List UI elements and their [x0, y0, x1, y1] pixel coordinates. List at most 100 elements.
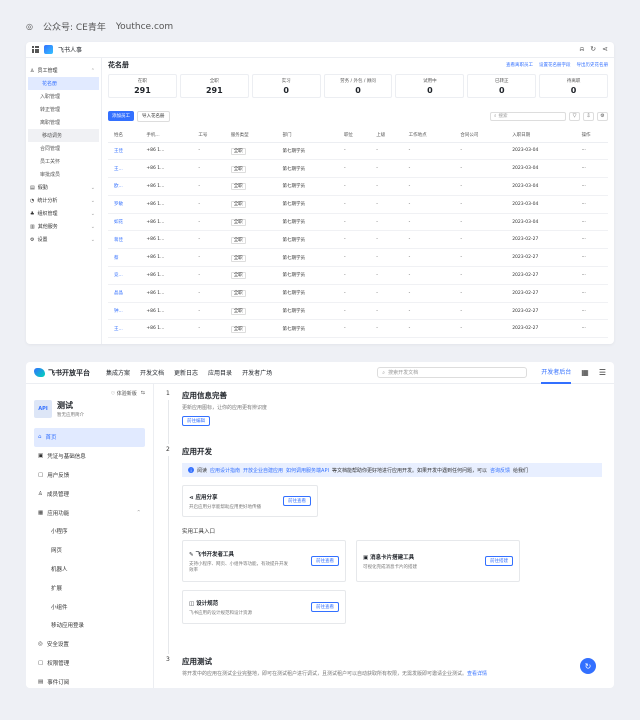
menu-item[interactable]: 小程序: [34, 522, 145, 541]
more-icon[interactable]: ···: [575, 230, 608, 250]
nav-solutions[interactable]: 集成方案: [106, 368, 130, 377]
card-builder-button[interactable]: 前往搭建: [485, 556, 513, 566]
column-header[interactable]: 职位: [337, 128, 371, 143]
more-icon[interactable]: ···: [575, 319, 608, 339]
employee-name[interactable]: 晶晶: [108, 284, 141, 303]
table-row[interactable]: 王... +86 1... - 全职 第七期学员 - - - -2023-03-04 ···: [108, 159, 608, 179]
table-row[interactable]: 如花 +86 1... - 全职 第七期学员 - - - -2023-03-04 ···: [108, 213, 608, 232]
sidebar-item[interactable]: ♙ 员工管理 ⌃: [26, 64, 101, 77]
column-header[interactable]: 合同公司: [454, 128, 507, 143]
sidebar-item[interactable]: ⚙ 设置 ⌄: [26, 233, 101, 246]
menu-item[interactable]: 机器人: [34, 560, 145, 579]
menu-item[interactable]: 小组件: [34, 597, 145, 616]
nav-app-directory[interactable]: 应用目录: [208, 368, 232, 377]
menu-item[interactable]: ▣ 凭证与基础信息: [34, 447, 145, 466]
import-button[interactable]: 导入花名册: [137, 110, 170, 122]
sidebar-item[interactable]: 转正管理: [26, 103, 101, 116]
menu-item[interactable]: 网页: [34, 541, 145, 560]
employee-name[interactable]: 罗敏: [108, 195, 141, 214]
app-grid-icon[interactable]: [32, 46, 39, 53]
table-row[interactable]: 蒋佳 +86 1... - 全职 第七期学员 - - - -2023-02-27 ···: [108, 230, 608, 250]
menu-icon[interactable]: ☰: [599, 368, 606, 377]
column-header[interactable]: 上级: [370, 128, 403, 143]
employee-name[interactable]: 蔡: [108, 248, 141, 268]
more-icon[interactable]: ···: [575, 248, 608, 268]
stat-card[interactable]: 实习 0: [251, 74, 321, 98]
doc-search-input[interactable]: ⌕ 搜索开发文档: [377, 367, 528, 378]
stat-card[interactable]: 已转正 0: [467, 74, 537, 98]
tab-dev-console[interactable]: 开发者后台: [541, 362, 572, 384]
employee-name[interactable]: 钟...: [108, 302, 141, 321]
more-icon[interactable]: ···: [575, 284, 608, 303]
column-header[interactable]: 工号: [192, 128, 225, 143]
employee-name[interactable]: 王...: [108, 319, 141, 339]
share-view-button[interactable]: 前往查看: [283, 496, 311, 506]
menu-item[interactable]: 扩展: [34, 578, 145, 597]
employee-name[interactable]: 竞...: [108, 266, 141, 285]
employee-name[interactable]: 如花: [108, 213, 141, 232]
menu-item[interactable]: ▢ 用户反馈: [34, 466, 145, 485]
column-header[interactable]: 姓名: [108, 128, 141, 143]
sidebar-item[interactable]: 离职管理: [26, 116, 101, 129]
employee-name[interactable]: 欧...: [108, 177, 141, 196]
help-icon[interactable]: ↻: [590, 45, 596, 54]
column-header[interactable]: 部门: [276, 128, 338, 143]
table-search-input[interactable]: ⌕ 搜索: [490, 111, 566, 121]
more-icon[interactable]: ···: [575, 142, 608, 161]
menu-item[interactable]: ♙ 成员管理: [34, 484, 145, 503]
stat-card[interactable]: 劳务 / 外包 / 顾问 0: [323, 74, 393, 98]
column-header[interactable]: 手机...: [140, 128, 193, 143]
sidebar-item[interactable]: ▤ 假勤 ⌄: [26, 181, 101, 194]
stat-card[interactable]: 试用中 0: [395, 74, 465, 98]
link-fields[interactable]: 设置花名册字段: [539, 62, 571, 68]
share-icon[interactable]: ⋖: [602, 45, 608, 54]
link-resigned[interactable]: 查看离职员工: [506, 62, 533, 68]
filter-icon[interactable]: ▽: [569, 111, 580, 121]
table-row[interactable]: 晶晶 +86 1... - 全职 第七期学员 - - - -2023-02-27 ···: [108, 284, 608, 303]
design-spec-button[interactable]: 前往查看: [311, 602, 339, 612]
switch-icon[interactable]: ⇆: [141, 390, 145, 396]
test-detail-link[interactable]: 查看详情: [467, 671, 487, 677]
employee-name[interactable]: 蒋佳: [108, 230, 141, 250]
table-row[interactable]: 竞... +86 1... - 全职 第七期学员 - - - -2023-02-27 ···: [108, 266, 608, 285]
employee-name[interactable]: 王...: [108, 159, 141, 179]
column-header[interactable]: 入职日期: [506, 128, 576, 143]
table-row[interactable]: 钟... +86 1... - 全职 第七期学员 - - - -2023-02-27 ···: [108, 302, 608, 321]
sidebar-item[interactable]: 员工关怀: [26, 155, 101, 168]
bell-icon[interactable]: ⍾: [580, 45, 585, 54]
try-new-version-link[interactable]: ♡ 体验新版: [111, 390, 137, 397]
sidebar-item[interactable]: 合同管理: [26, 142, 101, 155]
dev-tools-button[interactable]: 前往查看: [311, 556, 339, 566]
stat-card[interactable]: 在职 291: [108, 74, 177, 98]
menu-item[interactable]: ⌂ 首页: [34, 428, 145, 447]
column-header[interactable]: 服务类型: [224, 128, 277, 143]
more-icon[interactable]: ···: [575, 177, 608, 196]
more-icon[interactable]: ···: [575, 195, 608, 214]
sidebar-item[interactable]: 入职管理: [26, 90, 101, 103]
sidebar-item[interactable]: 移动调务: [28, 129, 99, 142]
stat-card[interactable]: 待离职 0: [539, 74, 609, 98]
table-row[interactable]: 罗敏 +86 1... - 全职 第七期学员 - - - -2023-03-04 ···: [108, 195, 608, 214]
add-employee-button[interactable]: 添加员工: [108, 111, 134, 121]
more-icon[interactable]: ···: [575, 213, 608, 232]
table-row[interactable]: 欧... +86 1... - 全职 第七期学员 - - - -2023-03-04 ···: [108, 177, 608, 196]
link-design-guide[interactable]: 应用设计指南: [210, 467, 240, 474]
table-row[interactable]: 王佳 +86 1... - 全职 第七期学员 - - - -2023-03-04 ···: [108, 142, 608, 161]
platform-logo[interactable]: 飞书开放平台: [34, 368, 90, 378]
more-icon[interactable]: ···: [575, 266, 608, 285]
more-icon[interactable]: ···: [575, 159, 608, 179]
app-grid-icon[interactable]: ▦: [581, 368, 589, 377]
table-row[interactable]: 蔡 +86 1... - 全职 第七期学员 - - - -2023-02-27 ···: [108, 248, 608, 268]
nav-docs[interactable]: 开发文档: [140, 368, 164, 377]
menu-item[interactable]: ▢ 权限管理: [34, 654, 145, 673]
employee-name[interactable]: 王佳: [108, 142, 141, 161]
link-server-api[interactable]: 如何调用服务端API: [286, 467, 329, 474]
sidebar-item[interactable]: 花名册: [28, 77, 99, 90]
sidebar-item[interactable]: ▥ 其他服务 ⌄: [26, 220, 101, 233]
gear-icon[interactable]: ⚙: [597, 111, 608, 121]
column-header[interactable]: 操作: [575, 128, 608, 143]
edit-app-button[interactable]: 前往编辑: [182, 416, 210, 426]
nav-dev-plaza[interactable]: 开发者广场: [242, 368, 272, 377]
menu-item[interactable]: ◎ 安全设置: [34, 635, 145, 654]
sidebar-item[interactable]: ♣ 组织管理 ⌄: [26, 207, 101, 220]
